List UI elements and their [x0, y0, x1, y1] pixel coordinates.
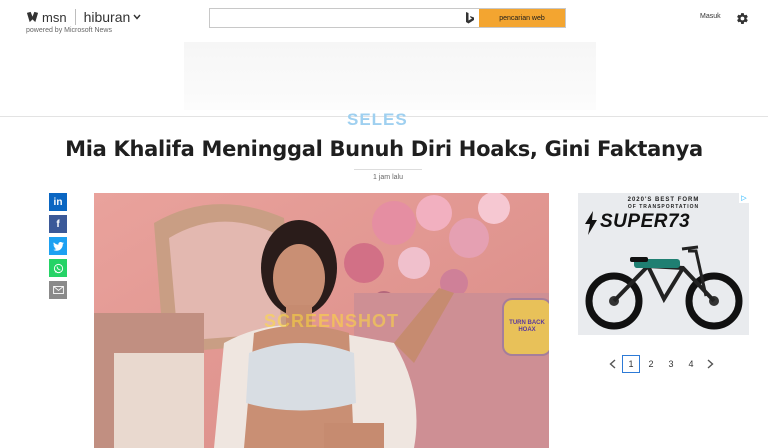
bike-image — [585, 245, 743, 330]
hoax-seal-logo: TURN BACK HOAX — [502, 298, 549, 356]
twitter-icon — [52, 241, 64, 251]
article-title: Mia Khalifa Meninggal Bunuh Diri Hoaks, … — [65, 137, 703, 161]
ad-headline-1: 2020'S BEST FORM — [627, 197, 700, 203]
pager-page-3[interactable]: 3 — [662, 355, 680, 373]
brand: msn hiburan — [26, 9, 141, 25]
gear-icon[interactable] — [736, 12, 749, 25]
linkedin-icon: in — [53, 196, 63, 208]
search-input[interactable] — [210, 9, 461, 27]
ad-super73[interactable]: ▷ 2020'S BEST FORM OF TRANSPORTATION SUP… — [578, 193, 749, 335]
ad-brand: SUPER73 — [600, 211, 691, 232]
bolt-icon — [585, 211, 597, 235]
pager-next-button[interactable] — [701, 355, 719, 373]
photo-watermark: SCREENSHOT — [264, 311, 400, 331]
facebook-icon: f — [56, 218, 60, 230]
bing-icon — [461, 9, 479, 27]
chevron-down-icon — [133, 14, 141, 20]
article-timestamp: 1 jam lalu — [354, 169, 422, 181]
search-button[interactable]: pencarian web — [479, 9, 565, 27]
share-bar: in f — [49, 193, 67, 299]
share-facebook-button[interactable]: f — [49, 215, 67, 233]
pager-prev-button[interactable] — [603, 355, 621, 373]
section-dropdown[interactable]: hiburan — [84, 9, 142, 25]
source-logo-text: SELES — [347, 113, 408, 126]
chevron-right-icon — [707, 359, 714, 369]
ad-banner-placeholder — [184, 42, 596, 110]
pager-page-1[interactable]: 1 — [622, 355, 640, 373]
msn-logo[interactable]: msn — [26, 10, 67, 25]
msn-butterfly-icon — [26, 11, 39, 22]
search-bar: pencarian web — [209, 8, 566, 28]
pager-page-4[interactable]: 4 — [682, 355, 700, 373]
chevron-left-icon — [608, 359, 615, 369]
share-twitter-button[interactable] — [49, 237, 67, 255]
pager-page-2[interactable]: 2 — [642, 355, 660, 373]
article-photo[interactable]: SCREENSHOT TURN BACK HOAX — [94, 193, 549, 448]
ad-headline-2: OF TRANSPORTATION — [627, 204, 700, 210]
signin-link[interactable]: Masuk — [700, 13, 721, 20]
header: msn hiburan powered by Microsoft News pe… — [0, 0, 768, 117]
logo-text: msn — [42, 9, 67, 25]
ad-pager: 1 2 3 4 — [603, 355, 719, 373]
share-linkedin-button[interactable]: in — [49, 193, 67, 211]
brand-divider — [74, 9, 76, 25]
source-logo: SELES — [347, 113, 408, 126]
whatsapp-icon — [53, 263, 63, 273]
section-label: hiburan — [83, 9, 131, 25]
powered-by: powered by Microsoft News — [26, 27, 112, 34]
share-email-button[interactable] — [49, 281, 67, 299]
share-whatsapp-button[interactable] — [49, 259, 67, 277]
email-icon — [52, 286, 64, 294]
